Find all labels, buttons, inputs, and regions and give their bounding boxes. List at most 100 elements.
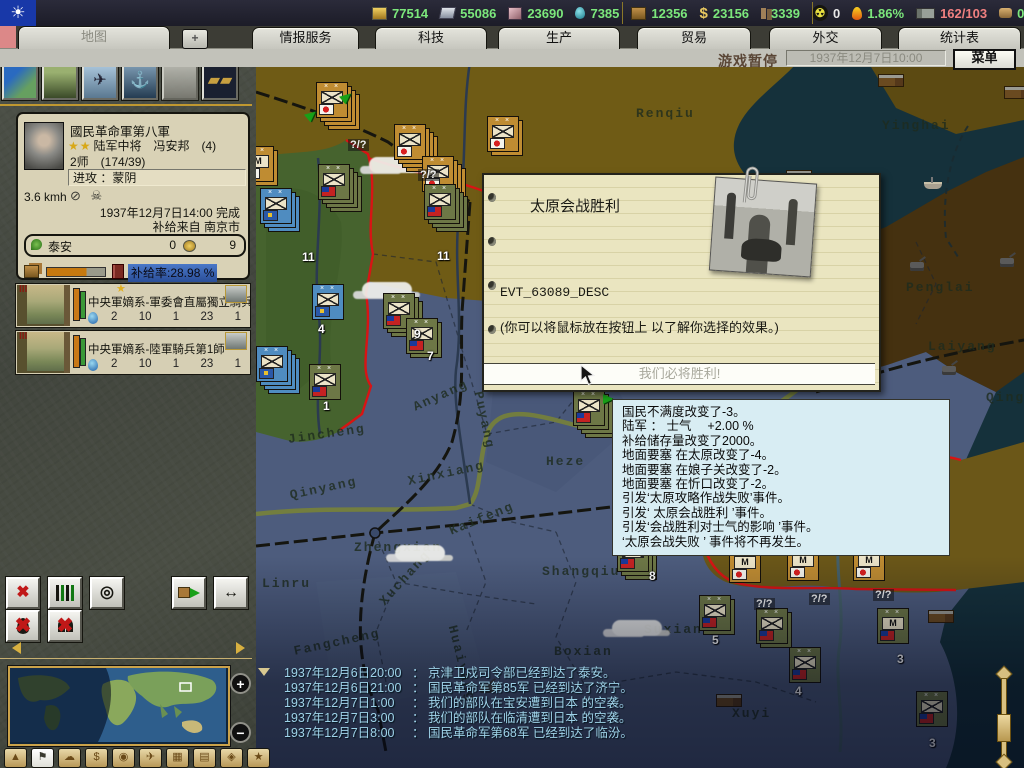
combined-filter-button[interactable]: ▰▰ bbox=[202, 64, 238, 100]
embark-button[interactable] bbox=[172, 577, 206, 609]
scroll-left-arrow[interactable] bbox=[12, 642, 21, 654]
unit-type-icon bbox=[388, 302, 410, 315]
Boxian: Boxian bbox=[554, 644, 613, 659]
sidebar: ✈ ⚓ ▰▰ 國民革命軍第八軍 ★★陆军中将 冯安邦 (4) 2师 (174/3… bbox=[0, 60, 256, 768]
land-filter-button[interactable] bbox=[42, 64, 78, 100]
rank-stars-icon: ★★ bbox=[68, 139, 92, 153]
terrain-mode[interactable]: ▲ bbox=[4, 748, 27, 768]
unit-flag-icon bbox=[790, 567, 805, 578]
zoom-in-button[interactable]: + bbox=[230, 673, 251, 694]
unit-count-label: 8 bbox=[649, 569, 656, 583]
unit-counter[interactable]: × × bbox=[877, 608, 923, 658]
log-entry[interactable]: 1937年12月6日20:00： 京津卫戍司令部已经到达了泰安。 bbox=[284, 666, 633, 681]
unit-type-icon bbox=[256, 155, 269, 168]
energy-icon bbox=[372, 7, 387, 20]
log-entry[interactable]: 1937年12月7日8:00： 国民革命军第68军 已经到达了临汾。 bbox=[284, 726, 633, 741]
disband-button[interactable]: ✖ bbox=[6, 577, 40, 609]
game-date-field[interactable]: 1937年12月7日10:00 bbox=[786, 50, 946, 66]
unit-counter[interactable]: × × bbox=[699, 595, 745, 645]
log-entry[interactable]: 1937年12月7日3:00： 我们的部队在临清遭到日本 的空袭。 bbox=[284, 711, 633, 726]
unit-count-label: 7 bbox=[427, 349, 434, 363]
zoom-out-button[interactable]: − bbox=[230, 722, 251, 743]
tab-intelligence[interactable]: 情报服务 bbox=[252, 27, 359, 49]
map-sprite bbox=[942, 366, 956, 375]
Penglai: Penglai bbox=[906, 280, 975, 295]
province-value-right: 9 bbox=[229, 238, 236, 252]
terrain-icon bbox=[31, 239, 42, 250]
tooltip-line: 地面要塞 在太原改变了-4。 bbox=[622, 448, 940, 462]
province-name: 泰安 bbox=[48, 238, 72, 255]
menu-button[interactable]: 菜单 bbox=[953, 49, 1016, 70]
tooltip-line: 补给储存量改变了2000。 bbox=[622, 434, 940, 448]
weather-mode[interactable]: ☁ bbox=[58, 748, 81, 768]
tab-diplomacy[interactable]: 外交 bbox=[769, 27, 882, 49]
naval-filter-button[interactable]: ⚓ bbox=[122, 64, 158, 100]
economy-mode[interactable]: $ bbox=[85, 748, 108, 768]
supply-row: 补给率:28.98 % bbox=[24, 264, 246, 278]
log-scrollbar[interactable] bbox=[994, 668, 1012, 768]
minimap[interactable] bbox=[8, 666, 230, 746]
formation-button[interactable] bbox=[48, 577, 82, 609]
map-sprite bbox=[924, 182, 942, 189]
unit-counter[interactable]: × × bbox=[309, 364, 355, 414]
unit-counter[interactable]: × × bbox=[424, 184, 470, 234]
tab-technology[interactable]: 科技 bbox=[375, 27, 487, 49]
supply-mode[interactable]: ▤ bbox=[193, 748, 216, 768]
air-filter-button[interactable]: ✈ bbox=[82, 64, 118, 100]
unit-flag-icon bbox=[490, 138, 505, 149]
log-entry[interactable]: 1937年12月6日21:00： 国民革命军第85军 已经到达了济宁。 bbox=[284, 681, 633, 696]
unit-counter[interactable]: × × bbox=[316, 82, 362, 132]
partisan-mode[interactable]: ◈ bbox=[220, 748, 243, 768]
diplomacy-points-icon bbox=[999, 8, 1012, 18]
map-sprite bbox=[1000, 258, 1014, 267]
unit-counter[interactable]: × × bbox=[916, 691, 962, 741]
tab-production[interactable]: 生产 bbox=[498, 27, 620, 49]
unit-counter[interactable]: × × bbox=[318, 164, 364, 214]
unit-flag-icon bbox=[263, 210, 278, 221]
unit-counter[interactable]: × × bbox=[256, 346, 302, 396]
scorched-earth-button[interactable]: ✖ bbox=[6, 610, 40, 642]
unit-type-icon bbox=[265, 197, 287, 210]
scroll-down-cap[interactable] bbox=[996, 754, 1013, 768]
unit-counter[interactable]: × × bbox=[260, 188, 306, 238]
infrastructure-mode[interactable]: ▦ bbox=[166, 748, 189, 768]
中央軍嫡系-陸軍騎兵第1師[interactable]: III 中央軍嫡系-陸軍騎兵第1師 2 10 1 23 1 bbox=[15, 330, 251, 375]
leader-rank-line[interactable]: ★★陆军中将 冯安邦 (4) bbox=[68, 137, 216, 154]
unknown-strength-label: ?/? bbox=[754, 598, 775, 610]
resources-mode[interactable]: ◉ bbox=[112, 748, 135, 768]
current-order-field[interactable]: 进攻 ：蒙阴 bbox=[68, 169, 246, 186]
game-screen: RenqiuYinghaiPenglaiLaiyangQingdaoHezeAn… bbox=[0, 0, 1024, 768]
event-title: 太原会战胜利 bbox=[530, 195, 620, 216]
unit-type-icon bbox=[314, 373, 336, 386]
scroll-right-arrow[interactable] bbox=[236, 642, 245, 654]
log-collapse-arrow[interactable] bbox=[258, 668, 270, 676]
map-filter-button[interactable] bbox=[2, 64, 38, 100]
diplomatic-mode[interactable]: ★ bbox=[247, 748, 270, 768]
nuclear-icon: ☢ bbox=[812, 5, 828, 21]
oil-icon bbox=[575, 7, 585, 19]
aviation-mode[interactable]: ✈ bbox=[139, 748, 162, 768]
tab-statistics[interactable]: 统计表 bbox=[898, 27, 1021, 49]
stand-down-button[interactable]: ✖ bbox=[48, 610, 82, 642]
unit-count-label: 4 bbox=[795, 684, 802, 698]
objective-button[interactable]: ◎ bbox=[90, 577, 124, 609]
unit-flag-icon bbox=[321, 186, 336, 197]
scroll-mode-button[interactable]: + bbox=[182, 29, 208, 49]
nuclear-filter-button[interactable] bbox=[162, 64, 198, 100]
unit-flag-icon bbox=[319, 104, 334, 115]
political-mode[interactable]: ⚑ bbox=[31, 748, 54, 768]
tab-trade[interactable]: 贸易 bbox=[637, 27, 751, 49]
log-entry[interactable]: 1937年12月7日1:00： 我们的部队在宝安遭到日本 的空袭。 bbox=[284, 696, 633, 711]
message-log: 1937年12月6日20:00： 京津卫戍司令部已经到达了泰安。 1937年12… bbox=[284, 666, 633, 741]
unit-flag-icon bbox=[256, 168, 260, 179]
tab-map[interactable]: 地图 bbox=[18, 26, 170, 49]
province-bar[interactable]: 泰安 0 9 bbox=[24, 234, 246, 257]
event-choice-button[interactable]: 我们必将胜利! bbox=[484, 363, 875, 385]
scroll-thumb[interactable] bbox=[997, 714, 1011, 742]
reorganize-button[interactable]: ↔ bbox=[214, 577, 248, 609]
unit-counter[interactable]: × × bbox=[487, 116, 533, 166]
中央軍嫡系-軍委會直屬獨立騎兵師[interactable]: III ★ 中央軍嫡系-軍委會直屬獨立騎兵師 2 10 1 23 1 bbox=[15, 283, 251, 328]
unit-type-icon bbox=[882, 617, 904, 630]
divider bbox=[812, 2, 813, 24]
unit-flag-icon bbox=[856, 567, 871, 578]
